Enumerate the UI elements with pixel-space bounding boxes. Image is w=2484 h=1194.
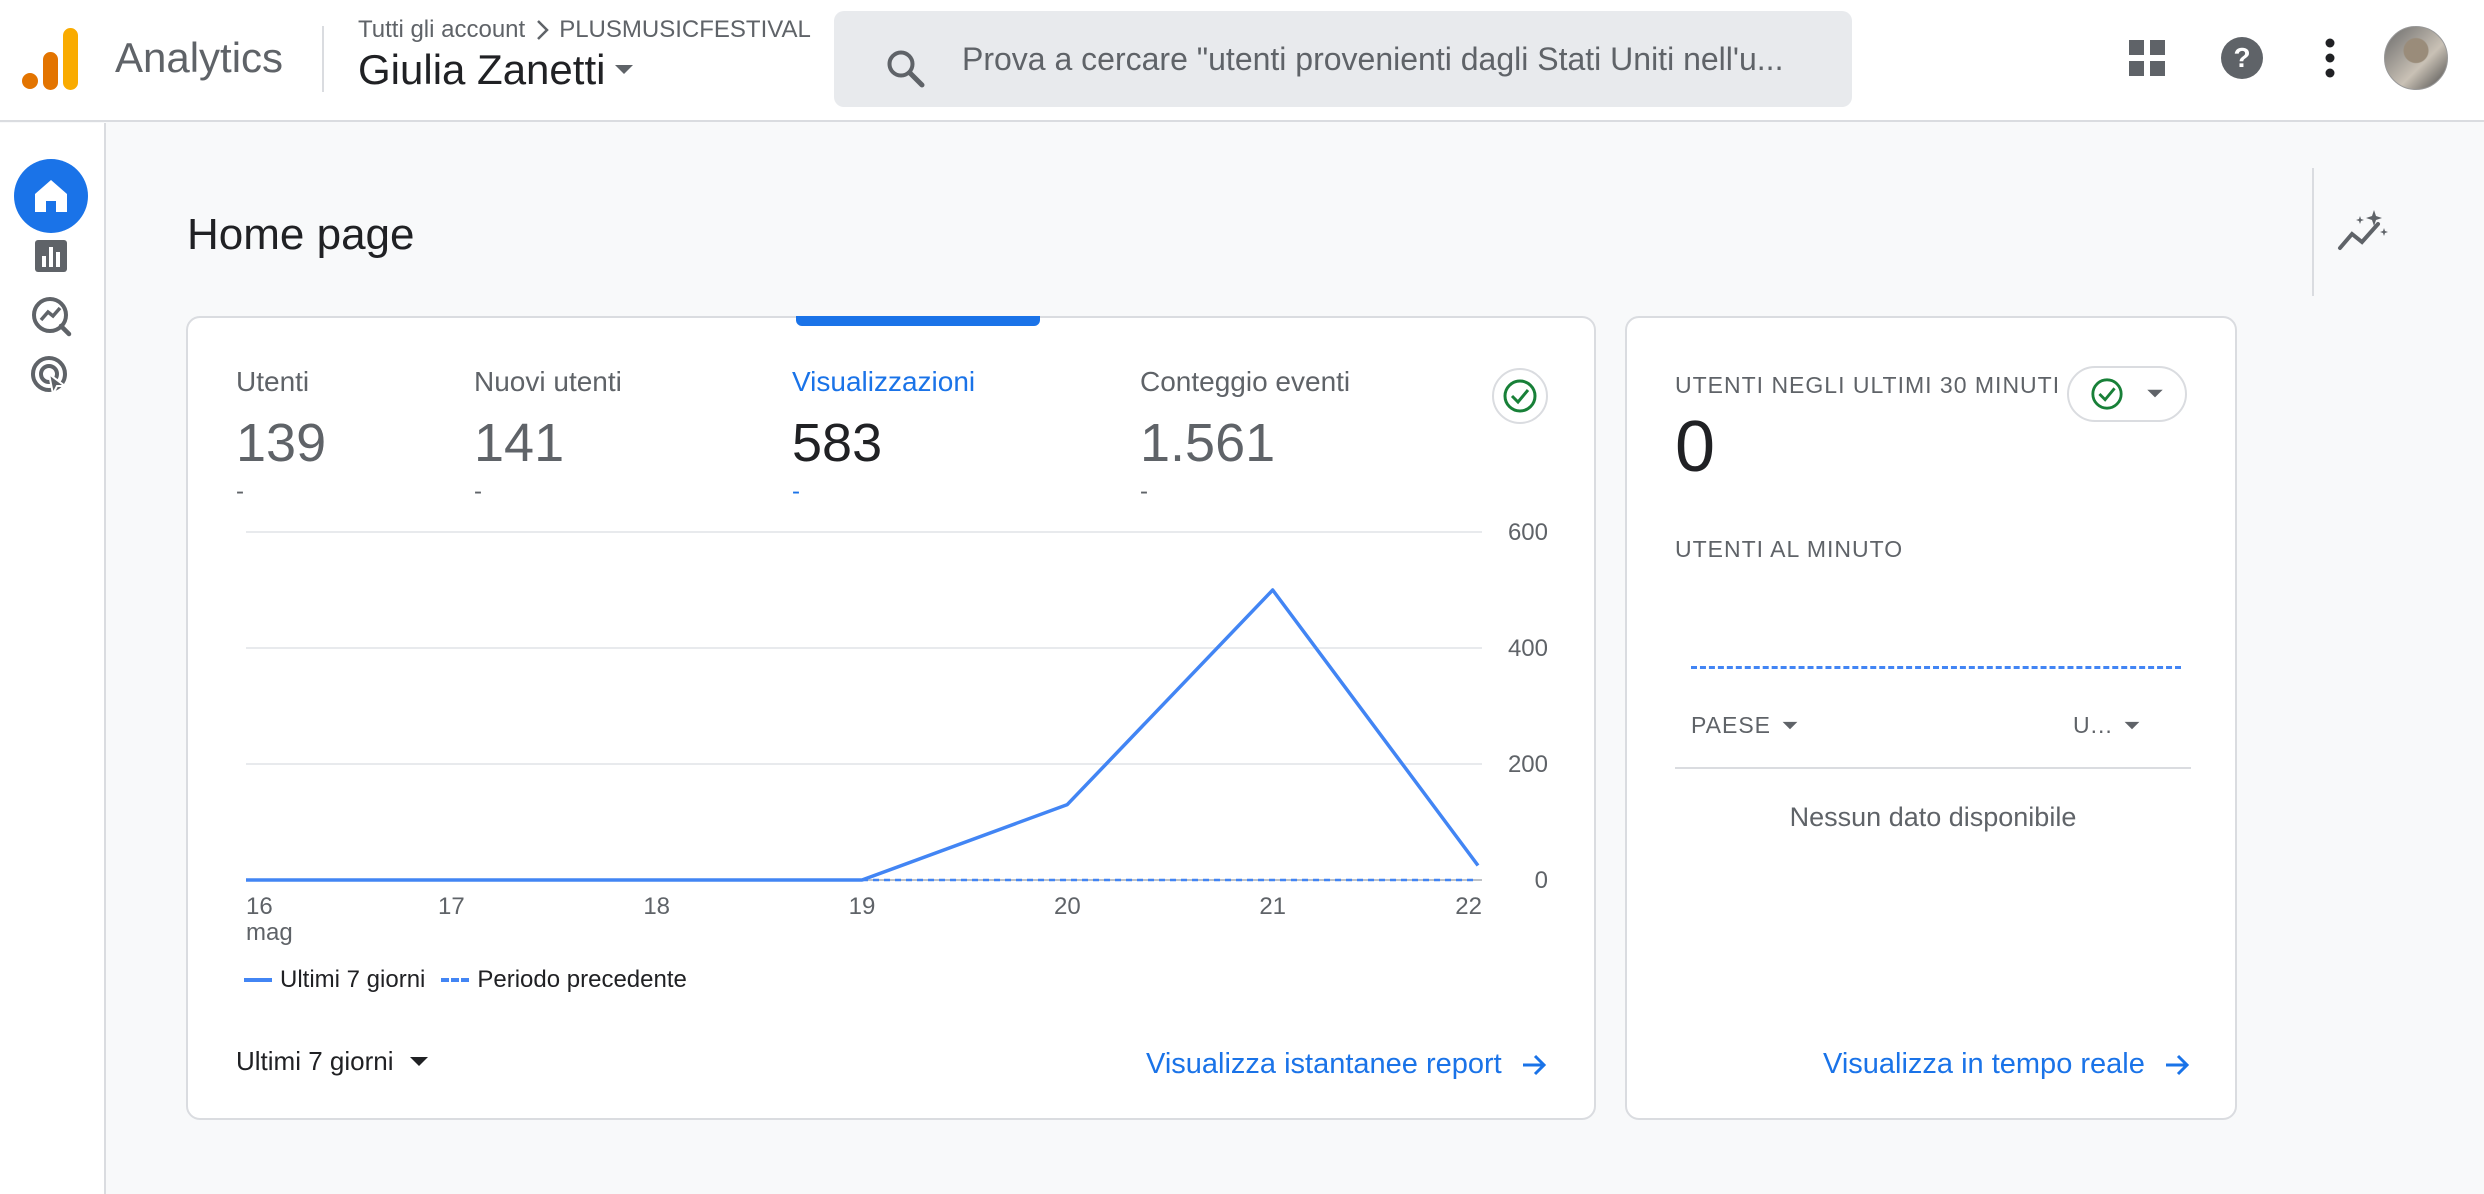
breadcrumb-root[interactable]: Tutti gli account xyxy=(358,16,525,44)
arrow-right-icon xyxy=(2165,1054,2189,1075)
y-tick-label: 200 xyxy=(1508,751,1548,778)
column-header-country[interactable]: PAESE xyxy=(1691,712,1799,739)
bar-chart-icon xyxy=(35,240,67,272)
column-header-label: PAESE xyxy=(1691,712,1771,738)
legend-item-previous: Periodo precedente xyxy=(477,966,687,993)
x-tick-sublabel: mag xyxy=(246,919,293,946)
arrow-right-icon xyxy=(1522,1054,1546,1075)
apps-grid-icon[interactable] xyxy=(2117,28,2177,88)
insights-sparkle-icon[interactable] xyxy=(2334,206,2390,262)
x-tick-label: 20 xyxy=(1054,893,1081,920)
legend-dashed-swatch xyxy=(441,978,470,982)
x-tick-label: 21 xyxy=(1259,893,1286,920)
realtime-per-minute-title: UTENTI AL MINUTO xyxy=(1675,536,1904,562)
link-label: Visualizza in tempo reale xyxy=(1823,1048,2145,1080)
analytics-logo-icon xyxy=(22,28,78,90)
page-title: Home page xyxy=(187,210,415,259)
realtime-title: UTENTI NEGLI ULTIMI 30 MINUTI xyxy=(1675,372,2061,398)
realtime-card: UTENTI NEGLI ULTIMI 30 MINUTI 0 UTENTI A… xyxy=(1625,316,2237,1120)
y-tick-label: 0 xyxy=(1535,867,1548,894)
overview-card: Utenti 139 - Nuovi utenti 141 - Visualiz… xyxy=(186,316,1596,1120)
legend-solid-swatch xyxy=(244,978,272,982)
svg-text:?: ? xyxy=(2233,42,2250,73)
x-tick-label: 22 xyxy=(1455,893,1482,920)
realtime-users-value: 0 xyxy=(1675,407,1716,487)
search-icon xyxy=(887,50,925,88)
caret-down-icon xyxy=(409,1056,428,1066)
caret-down-icon xyxy=(615,65,634,74)
caret-down-icon xyxy=(1782,721,1798,729)
account-selector[interactable]: Giulia Zanetti xyxy=(358,46,635,94)
per-minute-sparkline xyxy=(1691,666,2181,669)
view-report-snapshot-link[interactable]: Visualizza istantanee report xyxy=(1146,1048,1548,1081)
views-line-chart: 0 200 400 600 16mag 17 18 19 20 21 22 xyxy=(246,519,1548,946)
left-nav xyxy=(0,123,106,1194)
empty-state-message: Nessun dato disponibile xyxy=(1789,802,2077,832)
app-title: Analytics xyxy=(115,34,284,81)
series-line-current xyxy=(246,588,1480,882)
check-circle-icon xyxy=(2090,378,2123,410)
insights-divider xyxy=(2312,168,2314,296)
date-range-label: Ultimi 7 giorni xyxy=(236,1046,394,1076)
column-header-label: U... xyxy=(2073,712,2113,738)
x-tick-label: 18 xyxy=(643,893,670,920)
y-tick-label: 400 xyxy=(1508,635,1548,662)
breadcrumb-property[interactable]: PLUSMUSICFESTIVAL xyxy=(559,16,811,44)
search-bar[interactable] xyxy=(834,11,1852,107)
link-label: Visualizza istantanee report xyxy=(1146,1048,1502,1080)
more-vert-icon[interactable] xyxy=(2300,28,2360,88)
chevron-right-icon xyxy=(537,20,549,40)
legend-item-current: Ultimi 7 giorni xyxy=(280,966,426,993)
header-divider xyxy=(322,26,324,92)
x-tick-label: 16 xyxy=(246,893,273,920)
chart-legend: Ultimi 7 giorni Periodo precedente xyxy=(244,966,687,994)
avatar[interactable] xyxy=(2384,26,2448,90)
top-app-bar: Analytics Tutti gli account PLUSMUSICFES… xyxy=(0,0,2484,122)
help-icon[interactable]: ? xyxy=(2212,28,2272,88)
nav-advertising[interactable] xyxy=(14,339,88,413)
column-header-users[interactable]: U... xyxy=(2073,712,2141,739)
table-divider xyxy=(1675,767,2191,769)
caret-down-icon xyxy=(2146,389,2163,398)
x-tick-label: 17 xyxy=(438,893,465,920)
breadcrumb[interactable]: Tutti gli account PLUSMUSICFESTIVAL xyxy=(358,16,811,44)
realtime-options-chip[interactable] xyxy=(2067,366,2187,422)
caret-down-icon xyxy=(2124,721,2140,729)
x-tick-label: 19 xyxy=(849,893,876,920)
y-tick-label: 600 xyxy=(1508,519,1548,546)
account-name: Giulia Zanetti xyxy=(358,46,606,93)
view-realtime-link[interactable]: Visualizza in tempo reale xyxy=(1823,1048,2191,1081)
home-icon xyxy=(35,180,67,212)
search-input[interactable] xyxy=(962,31,1822,87)
date-range-dropdown[interactable]: Ultimi 7 giorni xyxy=(236,1046,430,1077)
advertising-icon xyxy=(31,356,68,397)
explore-icon xyxy=(32,297,72,337)
